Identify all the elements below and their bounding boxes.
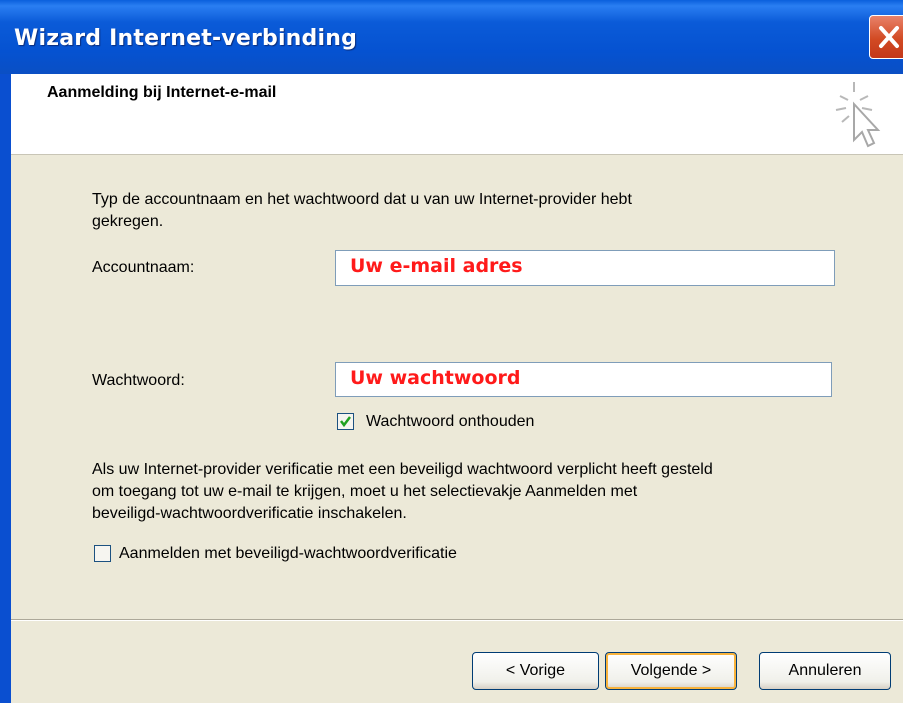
intro-text-line1: Typ de accountnaam en het wachtwoord dat… (92, 191, 632, 208)
window-frame-left (0, 74, 11, 703)
account-label: Accountnaam: (92, 259, 195, 276)
window-title: Wizard Internet-verbinding (14, 26, 358, 51)
password-input[interactable]: Uw wachtwoord (335, 362, 832, 397)
remember-password-checkbox[interactable] (337, 413, 354, 430)
cancel-button[interactable]: Annuleren (759, 652, 891, 690)
password-value: Uw wachtwoord (350, 367, 521, 389)
back-button[interactable]: < Vorige (472, 652, 599, 690)
account-name-value: Uw e-mail adres (350, 255, 523, 277)
title-bar[interactable]: Wizard Internet-verbinding (0, 0, 903, 74)
checkmark-icon (340, 416, 351, 428)
remember-password-label[interactable]: Wachtwoord onthouden (366, 413, 534, 431)
wizard-header: Aanmelding bij Internet-e-mail (11, 74, 903, 155)
password-label: Wachtwoord: (92, 372, 185, 389)
spa-checkbox[interactable] (94, 545, 111, 562)
spa-text-line1: Als uw Internet-provider verificatie met… (92, 461, 713, 478)
spa-checkbox-label[interactable]: Aanmelden met beveiligd-wachtwoordverifi… (119, 545, 457, 563)
close-button[interactable] (869, 15, 903, 59)
wizard-cursor-icon (835, 82, 881, 148)
spa-text-line3: beveiligd-wachtwoordverificatie inschake… (92, 505, 407, 522)
intro-text-line2: gekregen. (92, 213, 164, 230)
account-name-input[interactable]: Uw e-mail adres (335, 250, 835, 286)
spa-text-line2: om toegang tot uw e-mail te krijgen, moe… (92, 483, 638, 500)
next-button[interactable]: Volgende > (605, 652, 737, 690)
page-title: Aanmelding bij Internet-e-mail (47, 84, 277, 101)
footer-separator (11, 619, 903, 621)
close-icon (879, 26, 899, 48)
